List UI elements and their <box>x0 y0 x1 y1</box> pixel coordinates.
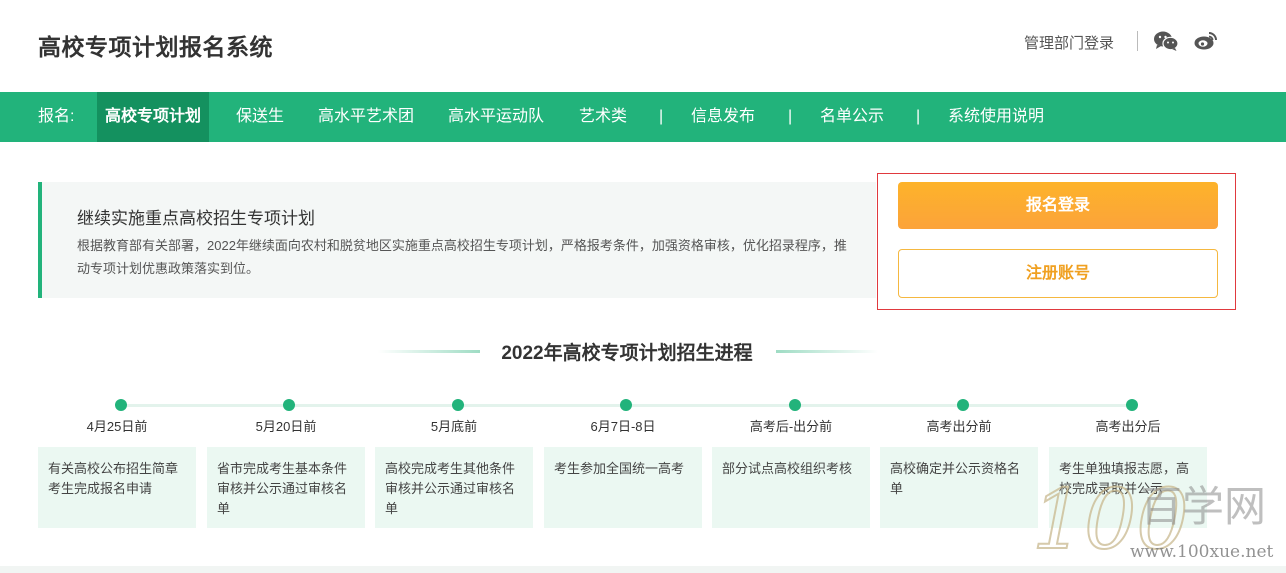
nav-separator: | <box>788 108 793 125</box>
nav-item-news[interactable]: 信息发布 <box>691 92 755 142</box>
login-button[interactable]: 报名登录 <box>898 182 1218 229</box>
header: 高校专项计划报名系统 管理部门登录 <box>0 0 1286 92</box>
nav-item-special-plan[interactable]: 高校专项计划 <box>97 92 210 142</box>
nav-prefix-label: 报名: <box>38 108 75 125</box>
timeline-step-card: 考生参加全国统一高考 <box>544 447 702 528</box>
main-nav: 报名: 高校专项计划 保送生 高水平艺术团 高水平运动队 艺术类 | 信息发布 … <box>0 92 1286 142</box>
register-button[interactable]: 注册账号 <box>898 249 1218 298</box>
timeline-date: 高考出分前 <box>926 419 992 434</box>
nav-item-help[interactable]: 系统使用说明 <box>948 92 1044 142</box>
nav-separator: | <box>916 108 921 125</box>
timeline-date: 5月20日前 <box>255 419 317 434</box>
timeline-dot <box>115 399 127 411</box>
nav-item-sports-team[interactable]: 高水平运动队 <box>448 92 544 142</box>
timeline-step-card: 有关高校公布招生简章考生完成报名申请 <box>38 447 196 528</box>
nav-item-recommended[interactable]: 保送生 <box>236 92 284 142</box>
timeline-date: 5月底前 <box>430 419 478 434</box>
progress-title: 2022年高校专项计划招生进程 <box>501 343 753 364</box>
nav-separator: | <box>659 108 664 125</box>
intro-text: 根据教育部有关部署，2022年继续面向农村和脱贫地区实施重点高校招生专项计划，严… <box>77 238 847 276</box>
timeline-dot <box>1126 399 1138 411</box>
nav-item-art-troupe[interactable]: 高水平艺术团 <box>318 92 414 142</box>
timeline-dot <box>789 399 801 411</box>
nav-item-arts[interactable]: 艺术类 <box>579 92 627 142</box>
timeline-step-card: 部分试点高校组织考核 <box>712 447 870 528</box>
timeline-dot <box>620 399 632 411</box>
timeline-date: 6月7日-8日 <box>590 419 656 434</box>
timeline-date: 高考出分后 <box>1095 419 1161 434</box>
watermark-brand: 百学网 <box>1140 482 1266 531</box>
watermark-url: www.100xue.net <box>1130 542 1273 562</box>
title-decor-right <box>776 350 878 353</box>
weibo-icon[interactable] <box>1194 29 1218 51</box>
timeline-step-card: 高校完成考生其他条件审核并公示通过审核名单 <box>375 447 533 528</box>
intro-title: 继续实施重点高校招生专项计划 <box>77 209 315 228</box>
timeline-step-card: 高校确定并公示资格名单 <box>880 447 1038 528</box>
header-divider <box>1137 31 1138 51</box>
site-title: 高校专项计划报名系统 <box>38 34 273 60</box>
timeline-date: 4月25日前 <box>86 419 148 434</box>
admin-login-link[interactable]: 管理部门登录 <box>1024 32 1114 53</box>
nav-item-publicity[interactable]: 名单公示 <box>820 92 884 142</box>
timeline-dot <box>957 399 969 411</box>
wechat-icon[interactable] <box>1153 30 1179 52</box>
watermark-logo: 100 百学网 www.100xue.net <box>1030 463 1286 573</box>
timeline-date: 高考后-出分前 <box>749 419 833 434</box>
timeline-dot <box>452 399 464 411</box>
timeline-step-card: 省市完成考生基本条件审核并公示通过审核名单 <box>207 447 365 528</box>
intro-card: 继续实施重点高校招生专项计划 根据教育部有关部署，2022年继续面向农村和脱贫地… <box>38 182 876 298</box>
timeline-dot <box>283 399 295 411</box>
